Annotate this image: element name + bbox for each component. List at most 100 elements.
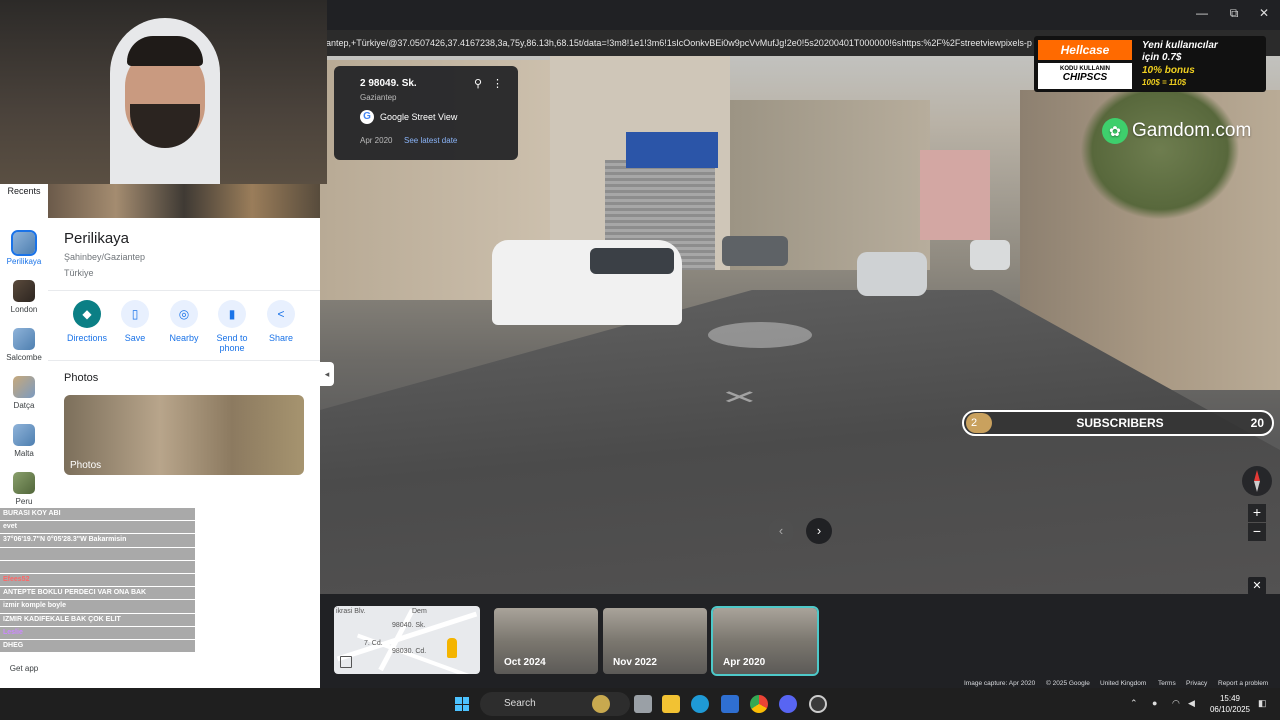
compass-icon[interactable] (1242, 466, 1272, 496)
chrome-icon[interactable] (750, 695, 768, 713)
location-subtitle: Gaziantep (360, 93, 397, 102)
recent-item-salcombe[interactable]: Salcombe (0, 328, 48, 362)
capture-date: Apr 2020 (360, 136, 393, 145)
close-window-button[interactable]: ✕ (1254, 6, 1274, 20)
recent-item-malta[interactable]: Malta (0, 424, 48, 458)
send-to-phone-button[interactable]: ▮ Send to phone (208, 300, 256, 353)
notification-icon[interactable]: ◧ (1258, 698, 1267, 709)
action-label: Save (124, 333, 146, 343)
task-view-icon[interactable] (634, 695, 652, 713)
building-pink (920, 150, 990, 240)
gamdom-label: Gamdom.com (1132, 120, 1252, 141)
microphone-icon[interactable]: ● (1152, 698, 1157, 708)
recent-thumbnail (13, 376, 35, 398)
recent-label: Perilikaya (6, 257, 42, 266)
chat-line: Efees52 (0, 573, 195, 587)
recent-thumbnail (13, 328, 35, 350)
previous-image-button[interactable]: ‹ (768, 518, 794, 544)
recent-label: Malta (14, 449, 34, 458)
timeline-thumbnail[interactable]: Oct 2024 (494, 608, 598, 674)
taskbar-clock[interactable]: 15:49 06/10/2025 (1208, 693, 1252, 715)
place-country: Türkiye (64, 268, 94, 278)
location-title: 2 98049. Sk. (360, 78, 417, 89)
recent-thumbnail (13, 280, 35, 302)
source-label: Google Street View (380, 112, 458, 122)
expand-map-icon[interactable] (340, 656, 352, 668)
divider (48, 290, 320, 291)
subscriber-goal-widget: 2 SUBSCRIBERS 20 (962, 410, 1274, 436)
get-app-link[interactable]: Get app (0, 664, 48, 673)
directions-icon: ◆ (73, 300, 101, 328)
hellcase-logo: Hellcase (1038, 40, 1132, 60)
photos-heading: Photos (64, 372, 99, 384)
recent-item-london[interactable]: London (0, 280, 48, 314)
chevron-up-icon[interactable]: ⌃ (1130, 698, 1138, 709)
zoom-out-button[interactable]: − (1248, 523, 1266, 541)
recent-thumbnail (13, 472, 35, 494)
timeline-thumbnail[interactable]: Nov 2022 (603, 608, 707, 674)
save-button[interactable]: ▯ Save (111, 300, 159, 343)
action-label: Directions (66, 333, 107, 343)
zoom-in-button[interactable]: + (1248, 504, 1266, 522)
see-latest-date-link[interactable]: See latest date (404, 136, 457, 145)
chat-line: IZMIR KADIFEKALE BAK ÇOK ELIT (0, 613, 195, 626)
edge-icon[interactable] (691, 695, 709, 713)
place-header-image[interactable] (48, 180, 320, 218)
van-window (590, 248, 674, 274)
paw-icon: ✿ (1102, 118, 1128, 144)
recent-label: Peru (15, 497, 33, 506)
recent-label: Salcombe (6, 353, 42, 362)
widget-icon[interactable] (592, 695, 610, 713)
recent-item-datca[interactable]: Datça (0, 376, 48, 410)
thumbnail-date: Apr 2020 (723, 657, 766, 668)
photos-thumbnail[interactable]: Photos (64, 395, 304, 475)
minimap[interactable]: ikrasi Blv. 98040. Sk. 98030. Cd. 7. Cd.… (334, 606, 480, 674)
map-label: Dem (412, 608, 427, 615)
volume-icon[interactable]: ◀ (1188, 698, 1195, 709)
store-icon[interactable] (721, 695, 739, 713)
timeline-thumbnail-selected[interactable]: Apr 2020 (711, 606, 819, 676)
nearby-button[interactable]: ◎ Nearby (160, 300, 208, 343)
wifi-icon[interactable]: ◠ (1172, 698, 1180, 709)
maximize-button[interactable]: ⧉ (1224, 6, 1244, 21)
discord-icon[interactable] (779, 695, 797, 713)
close-street-view-button[interactable]: ✕ (1248, 577, 1266, 595)
clock-time: 15:49 (1219, 694, 1241, 703)
shop-sign (626, 132, 718, 168)
recent-item-peru[interactable]: Peru (0, 472, 48, 506)
terms-link[interactable]: Terms (1158, 680, 1176, 687)
subscriber-label: SUBSCRIBERS (1076, 416, 1164, 430)
windows-start-icon[interactable] (455, 697, 469, 711)
image-capture-date: Image capture: Apr 2020 (964, 680, 1036, 687)
pegman-icon[interactable] (447, 638, 457, 658)
more-options-icon[interactable]: ⋮ (492, 77, 503, 90)
region-link[interactable]: United Kingdom (1100, 680, 1146, 687)
photos-label: Photos (70, 460, 102, 471)
navigation-arrow[interactable] (708, 322, 812, 348)
collapse-panel-button[interactable]: ◂ (320, 362, 334, 386)
recent-thumbnail (11, 230, 37, 256)
promo-code: CHIPSCS (1062, 72, 1108, 83)
divider (48, 360, 320, 361)
next-image-button[interactable]: › (806, 518, 832, 544)
map-label: ikrasi Blv. (336, 608, 366, 615)
obs-icon[interactable] (809, 695, 827, 713)
subscriber-goal: 20 (1250, 416, 1264, 430)
tree (1080, 80, 1240, 220)
ad-line: Yeni kullanıcılar (1142, 40, 1218, 51)
share-button[interactable]: < Share (257, 300, 305, 343)
hair (127, 36, 203, 66)
chat-line: 37°06'19.7"N 0°05'28.3"W Bakarmisin (0, 534, 195, 547)
webcam-overlay (0, 0, 327, 184)
directions-button[interactable]: ◆ Directions (63, 300, 111, 343)
privacy-link[interactable]: Privacy (1186, 680, 1207, 687)
google-icon: G (360, 110, 374, 124)
chat-line: BURASI KOY ABI (0, 508, 195, 521)
pin-icon[interactable]: ⚲ (474, 77, 482, 90)
minimize-button[interactable]: — (1192, 6, 1212, 20)
recent-item-perilikaya[interactable]: Perilikaya (0, 230, 48, 266)
file-explorer-icon[interactable] (662, 695, 680, 713)
report-problem-link[interactable]: Report a problem (1218, 680, 1268, 687)
chat-line (0, 560, 195, 573)
recent-label: London (10, 305, 38, 314)
